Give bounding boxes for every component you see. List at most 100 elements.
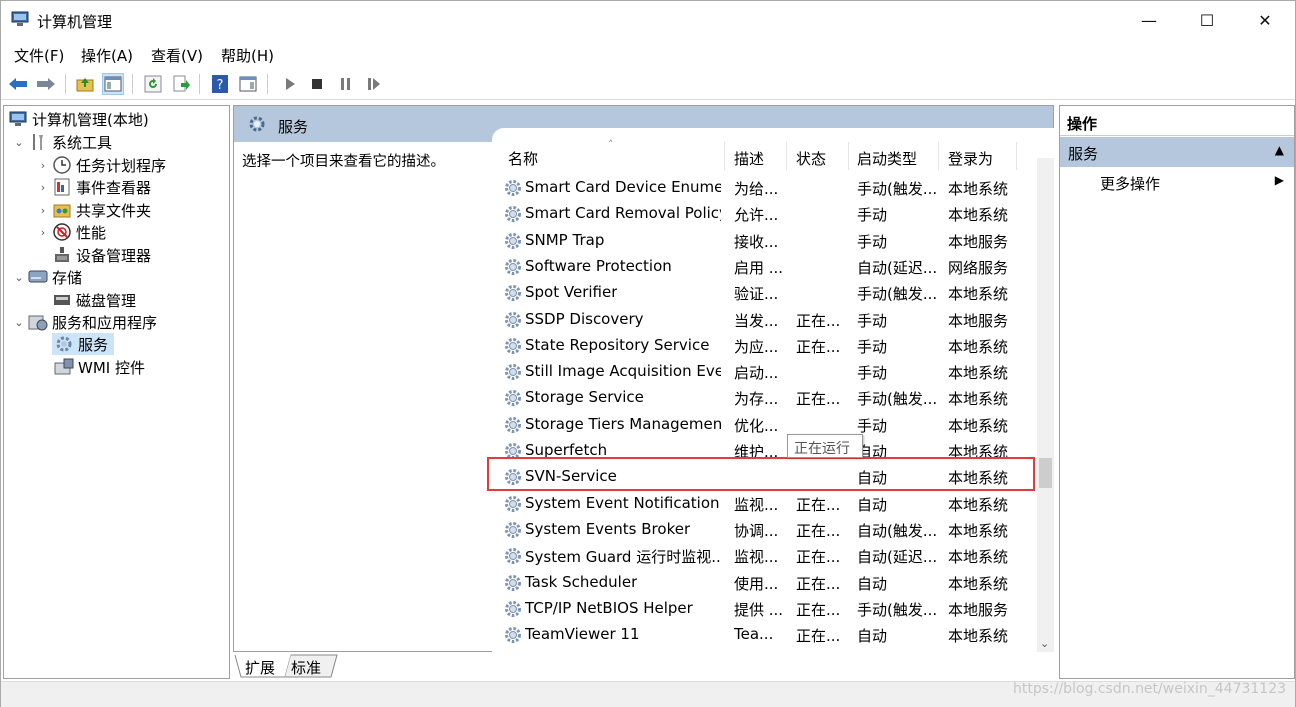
tree-item-system-tools[interactable]: ⌄ 系统工具 <box>12 131 112 153</box>
menu-view[interactable]: 查看(V) <box>151 45 203 66</box>
column-header-startup-type[interactable]: 启动类型 <box>857 148 917 169</box>
maximize-button[interactable]: ☐ <box>1178 1 1236 39</box>
tree-item-disk-management[interactable]: 磁盘管理 <box>36 289 136 311</box>
services-icon <box>249 116 265 132</box>
service-status: 正在... <box>796 390 841 409</box>
service-status: 正在... <box>796 574 841 593</box>
up-folder-icon[interactable] <box>74 73 96 95</box>
tab-standard[interactable]: 标准 <box>291 657 321 678</box>
back-icon[interactable] <box>7 73 29 95</box>
service-row[interactable]: Storage Service 为存... 正在... 手动(触发... 本地系统 <box>492 384 1032 410</box>
stop-service-icon[interactable] <box>306 73 328 95</box>
service-gear-icon <box>505 521 521 538</box>
service-row[interactable]: Still Image Acquisition Eve... 启动... 手动 本地系… <box>492 358 1032 384</box>
service-row[interactable]: TCP/IP NetBIOS Helper 提供 ... 正在... 手动(触发...… <box>492 595 1032 621</box>
service-startup-type: 手动(触发... <box>857 390 938 409</box>
expand-icon[interactable]: ⌄ <box>12 136 26 149</box>
tree-item-services-and-applications[interactable]: ⌄ 服务和应用程序 <box>12 311 157 333</box>
services-apps-icon <box>28 313 48 331</box>
service-gear-icon <box>505 285 521 302</box>
expand-icon[interactable]: › <box>36 204 50 217</box>
service-status: 正在... <box>796 495 841 514</box>
menu-action[interactable]: 操作(A) <box>81 45 133 66</box>
expand-icon[interactable]: ⌄ <box>12 316 26 329</box>
close-button[interactable]: ✕ <box>1236 1 1294 39</box>
service-gear-icon <box>505 390 521 407</box>
action-section-label: 服务 <box>1068 145 1099 163</box>
column-header-log-on-as[interactable]: 登录为 <box>948 148 993 169</box>
tree-item-device-manager[interactable]: 设备管理器 <box>36 244 151 266</box>
services-icon <box>54 335 74 353</box>
service-row[interactable]: Storage Tiers Management 优化... 手动 本地系统 <box>492 411 1032 437</box>
service-row[interactable]: System Events Broker 协调... 正在... 自动(触发... 本地… <box>492 516 1032 542</box>
service-gear-icon <box>505 548 521 565</box>
service-gear-icon <box>505 337 521 354</box>
service-row[interactable]: Software Protection 启用 ... 自动(延迟... 网络服务 <box>492 253 1032 279</box>
help-icon[interactable]: ? <box>209 73 231 95</box>
minimize-button[interactable]: — <box>1120 1 1178 39</box>
expand-icon[interactable]: › <box>36 159 50 172</box>
scrollbar-thumb[interactable] <box>1039 458 1052 488</box>
tree-label: 系统工具 <box>52 133 113 152</box>
service-log-on-as: 本地系统 <box>948 337 1009 356</box>
tree-item-services[interactable]: 服务 <box>52 333 115 355</box>
service-row[interactable]: SSDP Discovery 当发... 正在... 手动 本地服务 <box>492 306 1032 332</box>
vertical-scrollbar[interactable]: ⌄ <box>1037 158 1054 652</box>
service-row[interactable]: Smart Card Device Enumer... 为给... 手动(触发...… <box>492 174 1032 200</box>
service-log-on-as: 本地服务 <box>948 311 1009 330</box>
tree-item-storage[interactable]: ⌄ 存储 <box>12 266 82 288</box>
clock-icon <box>52 156 72 174</box>
service-description: 监视... <box>734 548 779 567</box>
export-list-icon[interactable] <box>170 73 192 95</box>
column-header-status[interactable]: 状态 <box>796 148 826 169</box>
menu-file[interactable]: 文件(F) <box>14 45 64 66</box>
collapse-icon[interactable]: ▲ <box>1275 143 1284 157</box>
refresh-icon[interactable] <box>142 73 164 95</box>
tab-extended[interactable]: 扩展 <box>245 657 275 678</box>
scroll-down-icon[interactable]: ⌄ <box>1040 637 1049 650</box>
action-section-services[interactable]: 服务 ▲ <box>1060 137 1294 167</box>
service-row[interactable]: Spot Verifier 验证... 手动(触发... 本地系统 <box>492 279 1032 305</box>
tree-item-event-viewer[interactable]: › 事件查看器 <box>36 176 151 198</box>
service-log-on-as: 本地服务 <box>948 232 1009 251</box>
restart-service-icon[interactable] <box>363 73 385 95</box>
service-startup-type: 自动 <box>857 627 888 646</box>
tree-root[interactable]: 计算机管理(本地) <box>6 108 149 130</box>
tree-item-task-scheduler[interactable]: › 任务计划程序 <box>36 154 166 176</box>
expand-icon[interactable]: › <box>36 226 50 239</box>
action-more-actions[interactable]: 更多操作 ▶ <box>1060 169 1294 195</box>
service-row[interactable]: Smart Card Removal Policy 允许... 手动 本地系统 <box>492 200 1032 226</box>
service-startup-type: 自动(触发... <box>857 521 938 540</box>
service-log-on-as: 本地系统 <box>948 416 1009 435</box>
column-header-description[interactable]: 描述 <box>734 148 764 169</box>
show-hide-console-tree-icon[interactable] <box>102 73 124 95</box>
service-log-on-as: 本地系统 <box>948 180 1009 198</box>
service-row[interactable]: SNMP Trap 接收... 手动 本地服务 <box>492 227 1032 253</box>
service-description: 验证... <box>734 285 779 304</box>
tree-item-wmi-control[interactable]: WMI 控件 <box>52 356 145 378</box>
column-header-name[interactable]: 名称 <box>508 148 538 169</box>
service-description: 启动... <box>734 364 779 383</box>
service-row[interactable]: State Repository Service 为应... 正在... 手动 本地系统 <box>492 332 1032 358</box>
device-manager-icon <box>52 246 72 264</box>
menu-help[interactable]: 帮助(H) <box>221 45 274 66</box>
expand-icon[interactable]: › <box>36 181 50 194</box>
service-row[interactable]: Task Scheduler 使用... 正在... 自动 本地系统 <box>492 569 1032 595</box>
svg-text:?: ? <box>217 78 224 93</box>
service-gear-icon <box>505 258 521 275</box>
forward-icon[interactable] <box>35 73 57 95</box>
more-actions-label: 更多操作 <box>1100 175 1161 193</box>
service-row[interactable]: TeamViewer 11 Tea... 正在... 自动 本地系统 <box>492 621 1032 647</box>
service-name: TCP/IP NetBIOS Helper <box>525 598 693 617</box>
service-gear-icon <box>505 311 521 328</box>
tree-item-shared-folders[interactable]: › 共享文件夹 <box>36 199 151 221</box>
service-name: Spot Verifier <box>525 283 618 302</box>
tree-item-performance[interactable]: › 性能 <box>36 221 106 243</box>
expand-icon[interactable]: ⌄ <box>12 271 26 284</box>
pause-service-icon[interactable] <box>335 73 357 95</box>
service-name: Smart Card Removal Policy <box>525 204 721 223</box>
start-service-icon[interactable] <box>279 73 301 95</box>
service-row[interactable]: System Guard 运行时监视... 监视... 正在... 自动(延迟... 本… <box>492 542 1032 568</box>
show-hide-action-pane-icon[interactable] <box>237 73 259 95</box>
service-row[interactable]: System Event Notification ... 监视... 正在... 自… <box>492 490 1032 516</box>
